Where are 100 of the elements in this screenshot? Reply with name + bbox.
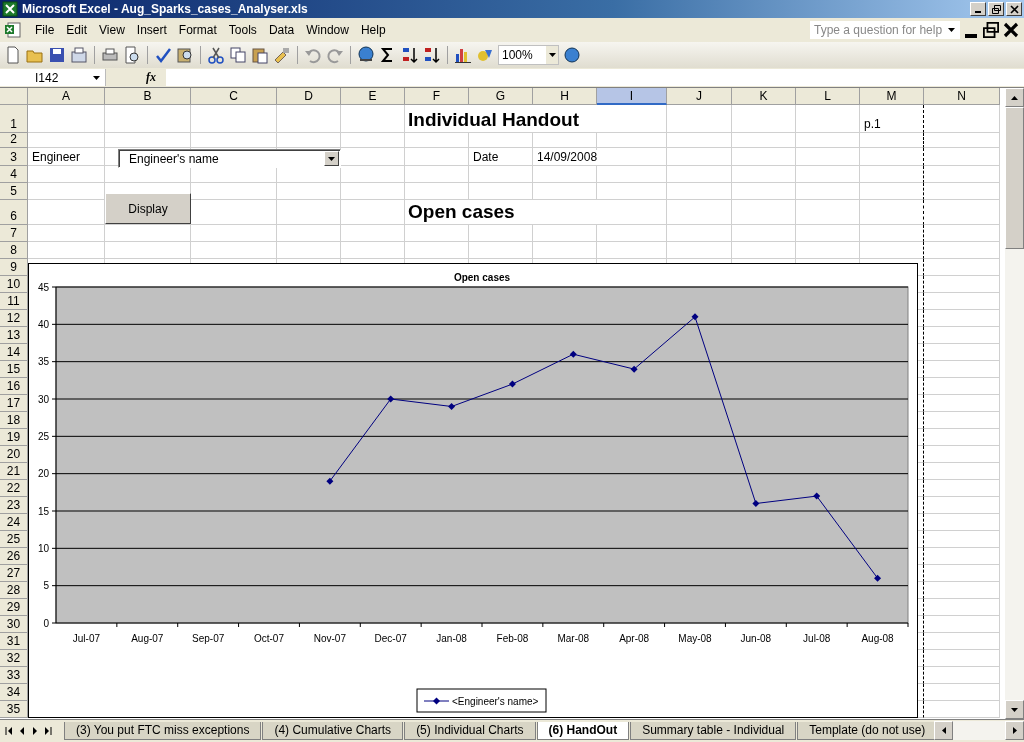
row-header[interactable]: 31 <box>0 633 28 650</box>
new-file-icon[interactable] <box>4 46 22 64</box>
row-header[interactable]: 28 <box>0 582 28 599</box>
name-box[interactable]: I142 <box>0 69 106 86</box>
column-header[interactable]: E <box>341 88 405 105</box>
column-header[interactable]: A <box>28 88 105 105</box>
row-header[interactable]: 7 <box>0 225 28 242</box>
menu-item[interactable]: View <box>94 21 130 39</box>
row-header[interactable]: 1 <box>0 105 28 133</box>
sheet-tab[interactable]: (6) HandOut <box>536 721 630 740</box>
minimize-button[interactable] <box>970 2 986 16</box>
row-header[interactable]: 14 <box>0 344 28 361</box>
zoom-dropdown[interactable]: 100% <box>498 45 559 65</box>
row-header[interactable]: 12 <box>0 310 28 327</box>
redo-icon[interactable] <box>326 46 344 64</box>
column-header[interactable]: B <box>105 88 191 105</box>
sheet-tab[interactable]: Summary table - Individual <box>630 721 797 740</box>
row-header[interactable]: 22 <box>0 480 28 497</box>
column-header[interactable]: F <box>405 88 469 105</box>
menu-item[interactable]: Edit <box>61 21 93 39</box>
undo-icon[interactable] <box>304 46 322 64</box>
row-header[interactable]: 34 <box>0 684 28 701</box>
sheet-tab[interactable]: (4) Cumulative Charts <box>262 721 404 740</box>
row-header[interactable]: 18 <box>0 412 28 429</box>
column-header[interactable]: G <box>469 88 533 105</box>
row-header[interactable]: 27 <box>0 565 28 582</box>
row-header[interactable]: 17 <box>0 395 28 412</box>
column-header[interactable]: L <box>796 88 860 105</box>
close-icon[interactable] <box>1002 22 1020 38</box>
row-header[interactable]: 23 <box>0 497 28 514</box>
row-header[interactable]: 15 <box>0 361 28 378</box>
sort-ascending-icon[interactable] <box>401 46 419 64</box>
spreadsheet-cell[interactable] <box>860 166 924 183</box>
menu-item[interactable]: File <box>30 21 60 39</box>
row-header[interactable]: 25 <box>0 531 28 548</box>
column-header[interactable]: I <box>597 88 667 105</box>
copy-icon[interactable] <box>229 46 247 64</box>
display-button[interactable]: Display <box>105 193 191 224</box>
paste-icon[interactable] <box>251 46 269 64</box>
sort-descending-icon[interactable] <box>423 46 441 64</box>
row-header[interactable]: 19 <box>0 429 28 446</box>
column-header[interactable]: D <box>277 88 341 105</box>
scroll-right-icon[interactable] <box>30 725 40 736</box>
column-header[interactable]: N <box>924 88 1000 105</box>
research-icon[interactable] <box>176 46 194 64</box>
row-header[interactable]: 5 <box>0 183 28 200</box>
row-header[interactable]: 35 <box>0 701 28 718</box>
row-header[interactable]: 2 <box>0 133 28 148</box>
row-header[interactable]: 21 <box>0 463 28 480</box>
scrollbar-thumb[interactable] <box>1005 107 1024 249</box>
format-painter-icon[interactable] <box>273 46 291 64</box>
scroll-up-icon[interactable] <box>1011 95 1018 100</box>
spreadsheet-cell[interactable] <box>860 133 924 148</box>
spellcheck-icon[interactable] <box>154 46 172 64</box>
spreadsheet-cell[interactable] <box>860 200 924 225</box>
menu-item[interactable]: Window <box>301 21 354 39</box>
menu-item[interactable]: Insert <box>131 21 172 39</box>
row-header[interactable]: 10 <box>0 276 28 293</box>
column-header[interactable]: C <box>191 88 277 105</box>
row-header[interactable]: 33 <box>0 667 28 684</box>
row-header[interactable]: 30 <box>0 616 28 633</box>
row-header[interactable]: 16 <box>0 378 28 395</box>
select-all-button[interactable] <box>0 88 28 105</box>
row-header[interactable]: 4 <box>0 166 28 183</box>
scroll-left-icon[interactable] <box>4 725 14 736</box>
row-header[interactable]: 26 <box>0 548 28 565</box>
row-header[interactable]: 29 <box>0 599 28 616</box>
menu-item[interactable]: Help <box>355 21 391 39</box>
close-button[interactable] <box>1006 2 1022 16</box>
chart-icon[interactable] <box>454 46 472 64</box>
spreadsheet-cell[interactable] <box>860 183 924 200</box>
scroll-down-icon[interactable] <box>1011 707 1018 712</box>
row-header[interactable]: 6 <box>0 200 28 225</box>
scroll-right-icon[interactable] <box>1012 727 1017 734</box>
sheet-tab[interactable]: (5) Individual Charts <box>404 721 536 740</box>
help-search-field[interactable]: Type a question for help <box>810 21 960 39</box>
scroll-left-icon[interactable] <box>941 727 946 734</box>
spreadsheet-cell[interactable] <box>860 242 924 259</box>
menu-item[interactable]: Format <box>173 21 222 39</box>
row-header[interactable]: 8 <box>0 242 28 259</box>
horizontal-scrollbar[interactable] <box>934 721 1024 740</box>
spreadsheet-cell[interactable] <box>860 225 924 242</box>
row-header[interactable]: 9 <box>0 259 28 276</box>
spreadsheet-icon[interactable] <box>4 21 22 39</box>
row-header[interactable]: 32 <box>0 650 28 667</box>
restore-button[interactable] <box>988 2 1004 16</box>
column-header[interactable]: M <box>860 88 924 105</box>
row-header[interactable]: 11 <box>0 293 28 310</box>
row-header[interactable]: 3 <box>0 148 28 166</box>
formula-field[interactable] <box>166 69 1024 86</box>
menu-item[interactable]: Tools <box>223 21 262 39</box>
row-header[interactable]: 13 <box>0 327 28 344</box>
column-header[interactable]: H <box>533 88 597 105</box>
globe-icon[interactable] <box>563 46 581 64</box>
engineer-dropdown[interactable]: Engineer's name <box>118 149 341 168</box>
print-icon[interactable] <box>101 46 119 64</box>
restore-icon[interactable] <box>982 22 1000 38</box>
row-header[interactable]: 20 <box>0 446 28 463</box>
row-header[interactable]: 24 <box>0 514 28 531</box>
insert-function-button[interactable]: fx <box>146 70 166 85</box>
